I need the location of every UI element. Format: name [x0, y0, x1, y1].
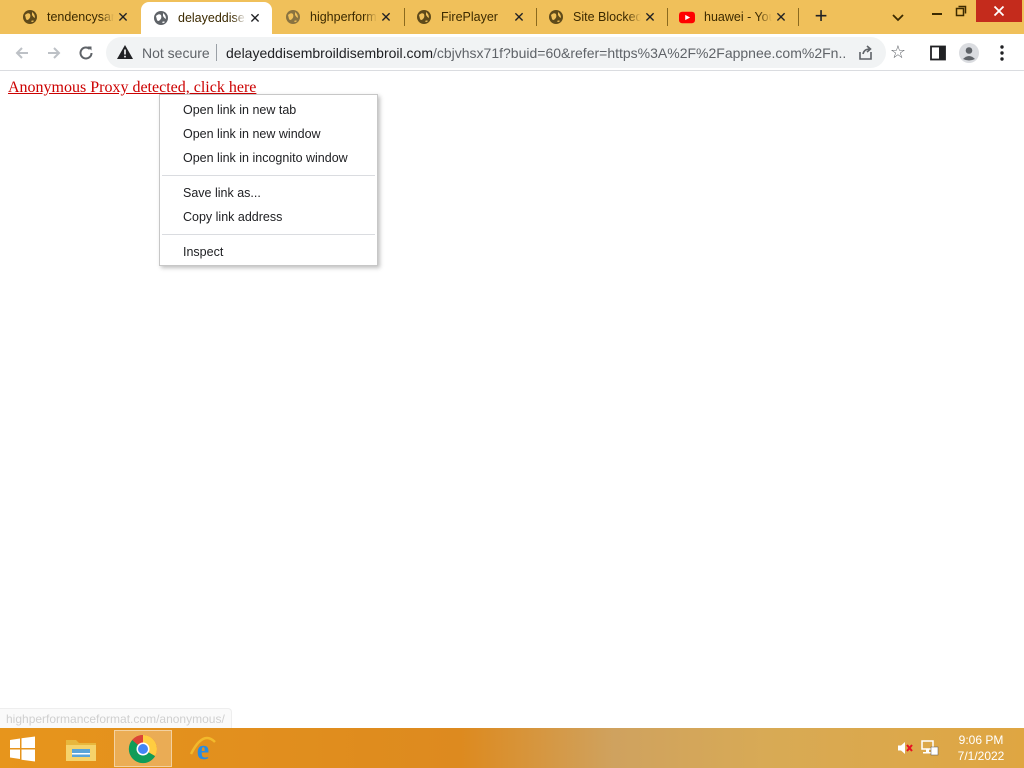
close-icon[interactable]: ✕ [641, 8, 659, 26]
tab-strip: tendencysarcasm.com ✕ delayeddisembroil … [0, 0, 1024, 34]
tab-1[interactable]: delayeddisembroil ✕ [141, 2, 272, 34]
reload-button[interactable] [72, 39, 100, 67]
tab-title: tendencysarcasm.com [47, 10, 114, 24]
side-panel-icon[interactable] [926, 41, 950, 65]
internet-explorer-icon[interactable]: e [174, 730, 232, 767]
restore-button[interactable] [946, 0, 976, 22]
omnibox-divider [216, 44, 217, 61]
network-icon[interactable] [921, 740, 939, 756]
close-icon[interactable]: ✕ [246, 9, 264, 27]
context-menu: Open link in new tab Open link in new wi… [159, 94, 378, 266]
tab-title: FirePlayer [441, 10, 498, 24]
close-icon[interactable]: ✕ [377, 8, 395, 26]
tab-title: Site Blocked [573, 10, 641, 24]
tab-5[interactable]: huawei - YouTube ✕ [667, 0, 798, 34]
menu-item-copy-link[interactable]: Copy link address [160, 205, 377, 229]
status-bubble: highperformanceformat.com/anonymous/ [0, 708, 232, 728]
taskbar: e [0, 728, 1024, 768]
menu-item-open-new-window[interactable]: Open link in new window [160, 122, 377, 146]
close-icon[interactable]: ✕ [772, 8, 790, 26]
share-icon[interactable] [856, 43, 876, 63]
back-button[interactable] [8, 39, 36, 67]
globe-icon [22, 9, 38, 25]
globe-icon [285, 9, 301, 25]
windows-start-icon[interactable] [8, 736, 38, 762]
taskbar-clock[interactable]: 9:06 PM 7/1/2022 [948, 732, 1014, 764]
url-host: delayeddisembroildisembroil.com [226, 45, 433, 61]
youtube-icon [679, 9, 695, 25]
menu-separator [162, 175, 375, 176]
menu-kebab-icon[interactable] [990, 41, 1014, 65]
menu-item-save-link[interactable]: Save link as... [160, 181, 377, 205]
tab-title: delayeddisembroil [178, 11, 246, 25]
security-label[interactable]: Not secure [142, 45, 210, 61]
tab-separator [798, 8, 799, 26]
file-explorer-icon[interactable] [52, 730, 110, 767]
menu-item-open-incognito[interactable]: Open link in incognito window [160, 146, 377, 170]
volume-muted-icon[interactable] [896, 740, 914, 756]
warning-icon[interactable] [116, 44, 134, 60]
url-text[interactable]: delayeddisembroildisembroil.com/cbjvhsx7… [226, 45, 846, 61]
close-icon[interactable]: ✕ [114, 8, 132, 26]
tab-4[interactable]: Site Blocked ✕ [536, 0, 667, 34]
tab-title: highperformanceformat [310, 10, 377, 24]
tab-0[interactable]: tendencysarcasm.com ✕ [10, 0, 140, 34]
profile-avatar-icon[interactable] [957, 41, 981, 65]
menu-separator [162, 234, 375, 235]
tab-2[interactable]: highperformanceformat ✕ [273, 0, 403, 34]
forward-button[interactable] [40, 39, 68, 67]
tab-title: huawei - YouTube [704, 10, 772, 24]
globe-icon [416, 9, 432, 25]
bookmark-star-icon[interactable]: ☆ [888, 42, 908, 62]
tab-3[interactable]: FirePlayer ✕ [404, 0, 536, 34]
clock-time: 9:06 PM [958, 733, 1004, 747]
menu-item-open-new-tab[interactable]: Open link in new tab [160, 98, 377, 122]
menu-item-inspect[interactable]: Inspect [160, 240, 377, 264]
chrome-icon[interactable] [114, 730, 172, 767]
new-tab-button[interactable]: + [808, 5, 834, 29]
clock-date: 7/1/2022 [957, 749, 1005, 763]
tab-search-chevron-icon[interactable] [888, 7, 908, 27]
close-icon[interactable]: ✕ [510, 8, 528, 26]
globe-icon [548, 9, 564, 25]
url-path: /cbjvhsx71f?buid=60&refer=https%3A%2F%2F… [432, 45, 846, 61]
browser-toolbar: Not secure delayeddisembroildisembroil.c… [0, 34, 1024, 71]
address-bar[interactable]: Not secure delayeddisembroildisembroil.c… [106, 37, 906, 68]
window-close-button[interactable] [976, 0, 1022, 22]
globe-icon [153, 10, 169, 26]
